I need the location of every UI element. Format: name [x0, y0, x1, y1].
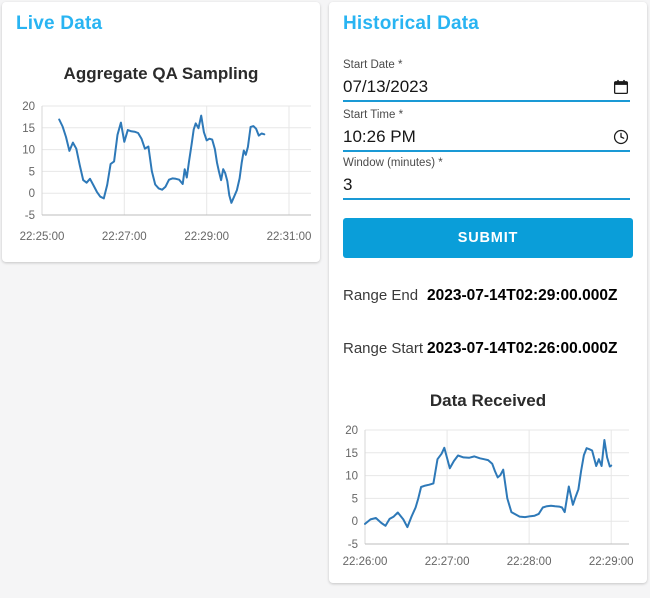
svg-text:22:29:00: 22:29:00	[589, 556, 634, 568]
range-end-value: 2023-07-14T02:29:00.000Z	[427, 287, 618, 304]
start-date-label: Start Date *	[343, 59, 403, 71]
live-chart: 20 15 10 5 0 -5 22:25:00 22:27:00 22:29:00 22:31:…	[20, 101, 312, 243]
window-minutes-value: 3	[343, 175, 353, 194]
window-minutes-label: Window (minutes) *	[343, 157, 443, 169]
svg-text:22:27:00: 22:27:00	[102, 231, 147, 243]
svg-text:-5: -5	[348, 539, 358, 551]
range-start-row: Range Start 2023-07-14T02:26:00.000Z	[343, 340, 617, 358]
svg-text:22:28:00: 22:28:00	[507, 556, 552, 568]
window-minutes-input[interactable]: 3	[343, 174, 630, 196]
svg-text:20: 20	[345, 425, 358, 437]
start-time-input[interactable]: 10:26 PM	[343, 126, 630, 148]
start-date-input[interactable]: 07/13/2023	[343, 76, 630, 98]
start-date-value: 07/13/2023	[343, 77, 429, 96]
historical-data-panel: Historical Data Start Date * 07/13/2023 …	[329, 2, 647, 583]
start-time-field: Start Time * 10:26 PM	[343, 108, 630, 152]
start-time-underline	[343, 150, 630, 152]
svg-text:22:26:00: 22:26:00	[343, 556, 388, 568]
start-time-label: Start Time *	[343, 109, 404, 121]
svg-text:0: 0	[352, 516, 358, 528]
start-date-field: Start Date * 07/13/2023	[343, 58, 630, 102]
live-panel-title: Live Data	[16, 13, 103, 34]
svg-text:5: 5	[29, 166, 35, 178]
window-minutes-underline	[343, 198, 630, 200]
clock-icon[interactable]	[612, 128, 630, 146]
historical-panel-title: Historical Data	[343, 13, 480, 34]
calendar-icon[interactable]	[612, 78, 630, 96]
svg-text:22:25:00: 22:25:00	[20, 231, 65, 243]
svg-text:20: 20	[22, 101, 35, 113]
svg-text:22:31:00: 22:31:00	[267, 231, 312, 243]
start-time-value: 10:26 PM	[343, 127, 416, 146]
svg-text:10: 10	[22, 145, 35, 157]
data-received-chart: 20 15 10 5 0 -5 22:26:00 22:27:00 22:28:00 22:29:…	[343, 425, 634, 568]
svg-text:5: 5	[352, 493, 358, 505]
svg-text:22:27:00: 22:27:00	[425, 556, 470, 568]
range-end-label: Range End	[343, 287, 419, 304]
window-minutes-field: Window (minutes) * 3	[343, 156, 630, 200]
range-start-value: 2023-07-14T02:26:00.000Z	[427, 340, 618, 357]
svg-text:15: 15	[345, 448, 358, 460]
data-received-chart-title: Data Received	[429, 391, 547, 410]
range-end-row: Range End 2023-07-14T02:29:00.000Z	[343, 287, 617, 305]
svg-text:0: 0	[29, 188, 35, 200]
live-chart-title: Aggregate QA Sampling	[63, 64, 259, 83]
start-date-underline	[343, 100, 630, 102]
svg-text:-5: -5	[25, 210, 35, 222]
svg-text:15: 15	[22, 123, 35, 135]
svg-text:10: 10	[345, 471, 358, 483]
svg-text:22:29:00: 22:29:00	[184, 231, 229, 243]
range-start-label: Range Start	[343, 340, 424, 357]
live-data-panel: Live Data Aggregate QA Sampling 20 15 10 5 0…	[2, 2, 320, 262]
submit-button[interactable]: SUBMIT	[343, 218, 633, 258]
